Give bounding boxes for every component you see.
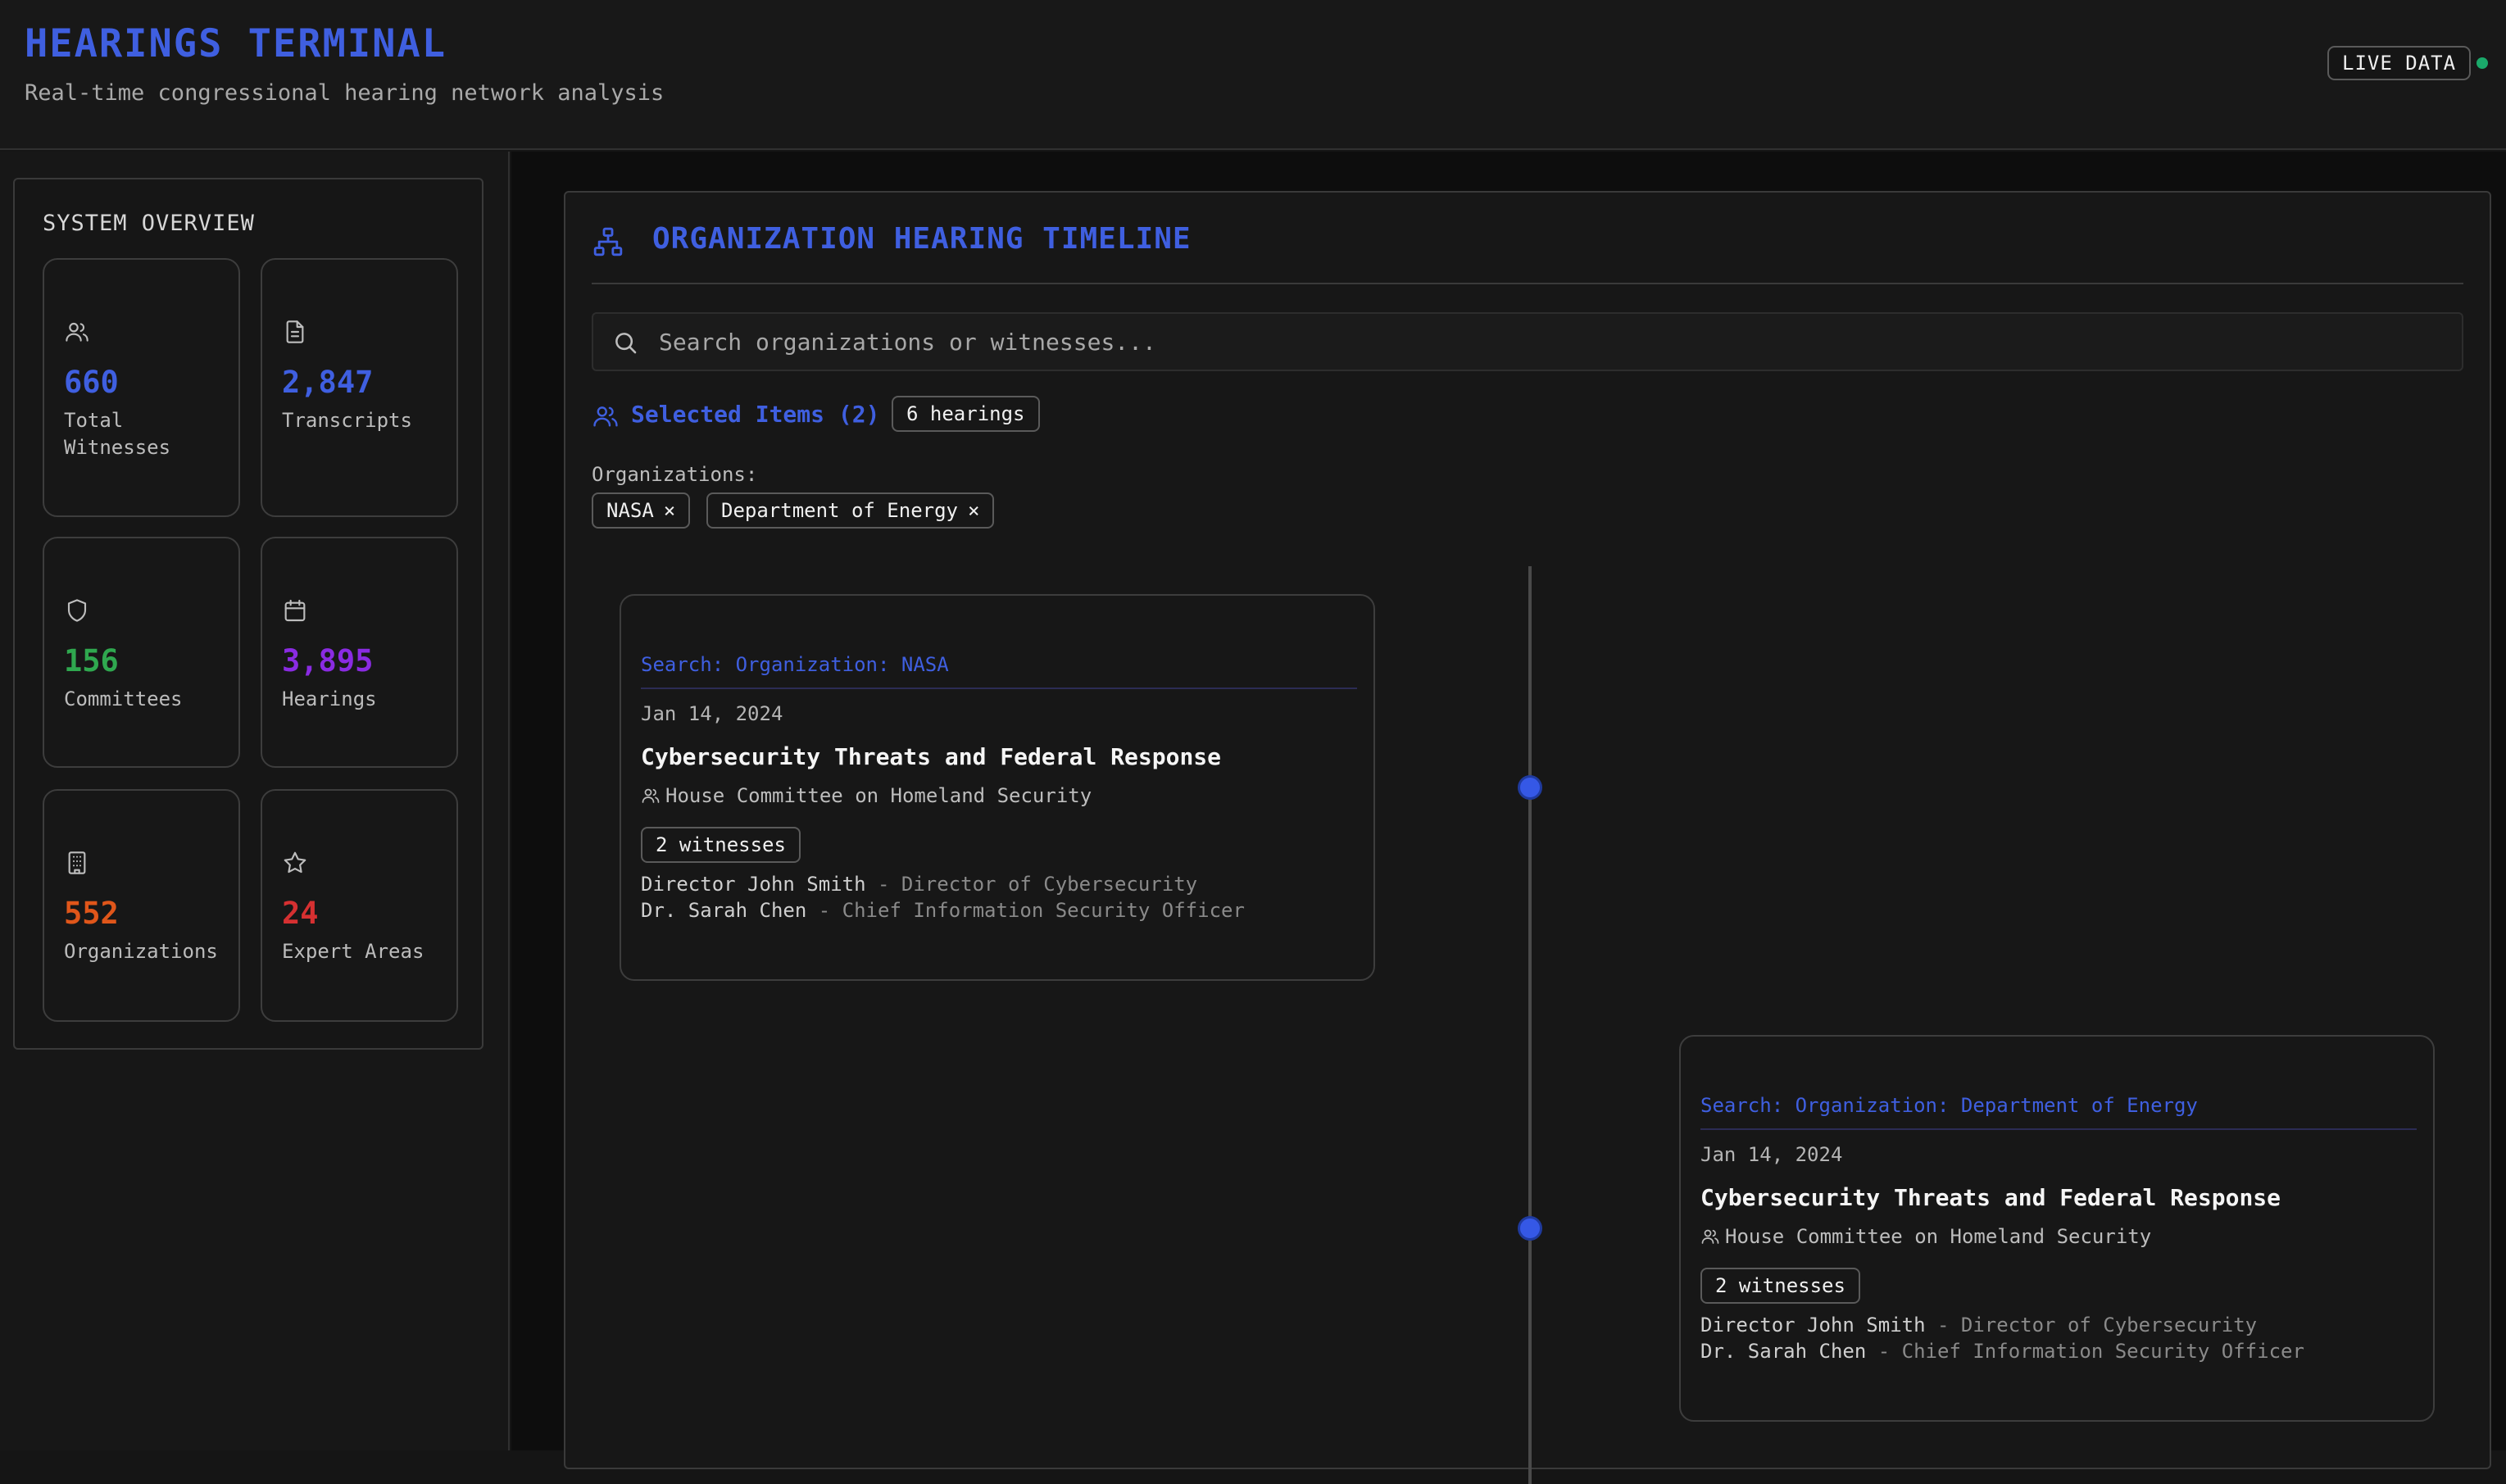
stat-label: Total Witnesses [64, 409, 171, 459]
app-header: HEARINGS TERMINAL Real-time congressiona… [0, 0, 2506, 150]
witness-name: Dr. Sarah Chen [1700, 1340, 1867, 1363]
stat-card-transcripts[interactable]: 2,847 Transcripts [261, 258, 458, 517]
witness-name: Director John Smith [1700, 1314, 1926, 1337]
card-divider [641, 688, 1357, 689]
witness-entry: Dr. Sarah Chen - Chief Information Secur… [641, 899, 1245, 922]
document-icon [282, 319, 308, 345]
witness-role: - Chief Information Security Officer [1866, 1340, 2304, 1363]
stat-label: Committees [64, 688, 183, 710]
live-data-badge: LIVE DATA [2327, 46, 2472, 80]
app-title: HEARINGS TERMINAL [25, 21, 447, 66]
stat-label: Hearings [282, 688, 377, 710]
stat-value: 552 [64, 896, 119, 931]
organizations-label: Organizations: [592, 463, 758, 486]
system-overview-title: SYSTEM OVERVIEW [43, 211, 255, 236]
timeline-dot[interactable] [1518, 775, 1542, 800]
org-chip-department-of-energy: Department of Energy × [706, 492, 995, 529]
witness-entry: Director John Smith - Director of Cybers… [1700, 1314, 2257, 1337]
stat-value: 3,895 [282, 643, 374, 678]
users-icon [1700, 1227, 1720, 1246]
stat-card-hearings[interactable]: 3,895 Hearings [261, 537, 458, 768]
users-icon [592, 402, 620, 430]
timeline-axis [1528, 566, 1532, 1484]
witness-name: Director John Smith [641, 873, 866, 896]
close-icon[interactable]: × [664, 499, 675, 522]
stat-card-organizations[interactable]: 552 Organizations [43, 789, 240, 1022]
witness-count-badge: 2 witnesses [641, 827, 801, 863]
witness-role: - Director of Cybersecurity [865, 873, 1198, 896]
shield-icon [64, 597, 90, 624]
network-icon [592, 225, 624, 258]
title-divider [592, 283, 2463, 284]
hearing-date: Jan 14, 2024 [641, 702, 783, 725]
system-overview-panel: SYSTEM OVERVIEW 660 Total Witnesses 2,84… [13, 178, 483, 1050]
stat-value: 660 [64, 365, 119, 400]
stat-card-witnesses[interactable]: 660 Total Witnesses [43, 258, 240, 517]
witness-entry: Dr. Sarah Chen - Chief Information Secur… [1700, 1340, 2304, 1363]
users-icon [641, 786, 661, 806]
main-content: ORGANIZATION HEARING TIMELINE Selected I… [511, 152, 2506, 1484]
witness-entry: Director John Smith - Director of Cybers… [641, 873, 1197, 896]
witness-name: Dr. Sarah Chen [641, 899, 807, 922]
chip-label: Department of Energy [721, 499, 958, 522]
committee-name: House Committee on Homeland Security [1725, 1225, 2152, 1248]
witness-role: - Director of Cybersecurity [1925, 1314, 2258, 1337]
search-input[interactable] [657, 320, 2444, 363]
stat-label: Expert Areas [282, 940, 424, 963]
selected-items-label: Selected Items (2) [631, 401, 880, 428]
sidebar: SYSTEM OVERVIEW 660 Total Witnesses 2,84… [0, 152, 510, 1450]
close-icon[interactable]: × [968, 499, 979, 522]
card-divider [1700, 1128, 2417, 1130]
stat-value: 24 [282, 896, 319, 931]
witness-count-badge: 2 witnesses [1700, 1268, 1860, 1304]
timeline-title: ORGANIZATION HEARING TIMELINE [652, 222, 1192, 256]
timeline-panel: ORGANIZATION HEARING TIMELINE Selected I… [564, 191, 2491, 1484]
chip-label: NASA [606, 499, 654, 522]
card-search-tag: Search: Organization: Department of Ener… [1700, 1094, 2198, 1117]
building-icon [64, 850, 90, 876]
search-icon [611, 329, 639, 356]
app-subtitle: Real-time congressional hearing network … [25, 80, 665, 106]
stat-value: 2,847 [282, 365, 374, 400]
hearing-title: Cybersecurity Threats and Federal Respon… [1700, 1184, 2281, 1211]
hearing-card[interactable]: Search: Organization: NASA Jan 14, 2024 … [620, 594, 1375, 981]
stat-card-expert-areas[interactable]: 24 Expert Areas [261, 789, 458, 1022]
committee-name: House Committee on Homeland Security [665, 784, 1092, 807]
calendar-icon [282, 597, 308, 624]
stat-card-committees[interactable]: 156 Committees [43, 537, 240, 768]
stat-label: Organizations [64, 940, 218, 963]
users-icon [64, 319, 90, 345]
hearings-count-badge: 6 hearings [892, 396, 1040, 432]
witness-role: - Chief Information Security Officer [806, 899, 1245, 922]
hearing-title: Cybersecurity Threats and Federal Respon… [641, 743, 1222, 770]
timeline-dot[interactable] [1518, 1216, 1542, 1241]
org-chip-nasa: NASA × [592, 492, 691, 529]
hearing-card[interactable]: Search: Organization: Department of Ener… [1679, 1035, 2435, 1422]
card-search-tag: Search: Organization: NASA [641, 653, 949, 676]
stat-value: 156 [64, 643, 119, 678]
live-status-dot [2476, 57, 2488, 69]
hearing-date: Jan 14, 2024 [1700, 1143, 1843, 1166]
search-box[interactable] [592, 312, 2463, 371]
star-icon [282, 850, 308, 876]
stat-label: Transcripts [282, 409, 412, 432]
